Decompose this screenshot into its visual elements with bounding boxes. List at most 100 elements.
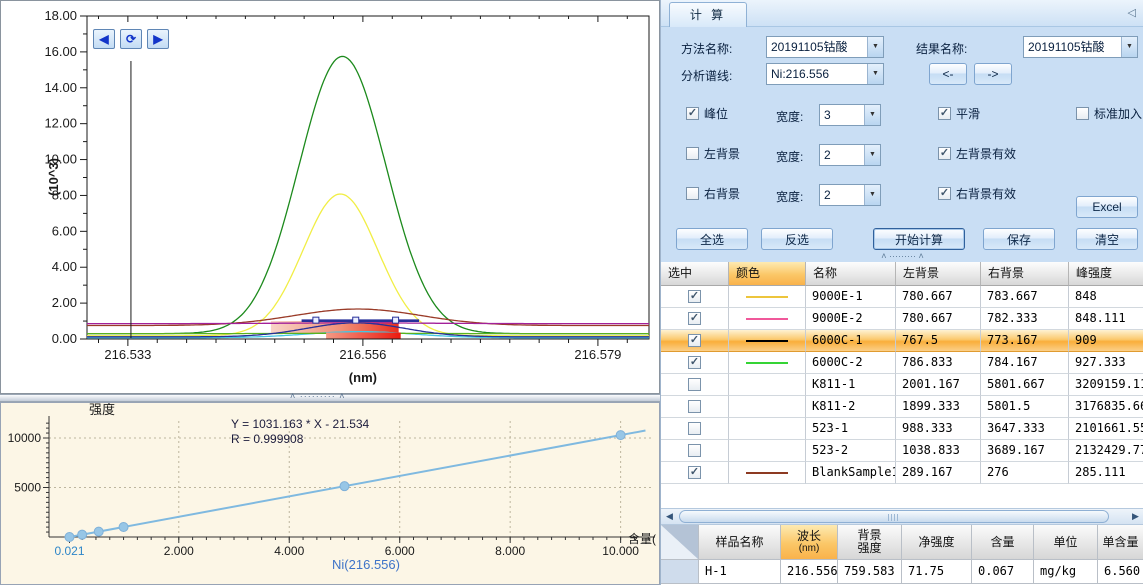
checkbox-icon[interactable] <box>1076 107 1089 120</box>
row-checkbox-icon[interactable]: ✓ <box>688 334 701 347</box>
checkbox-icon[interactable]: ✓ <box>686 107 699 120</box>
row-peak-intensity: 848 <box>1069 286 1143 308</box>
collapse-panel-icon[interactable]: ◁ <box>1128 6 1136 19</box>
method-name-label: 方法名称: <box>681 40 732 57</box>
table-row[interactable]: 523-1988.3333647.3332101661.555 <box>661 418 1143 440</box>
left-width-select[interactable]: 2 ▼ <box>819 144 881 166</box>
row-left-bg: 988.333 <box>896 418 981 440</box>
row-color-cell <box>729 308 806 330</box>
scroll-right-icon[interactable]: ▶ <box>1127 509 1143 524</box>
row-name: 523-2 <box>806 440 896 462</box>
table-row[interactable]: ✓BlankSample1289.167276285.111 <box>661 462 1143 484</box>
row-checkbox-icon[interactable]: ✓ <box>688 356 701 369</box>
peak-position-checkbox[interactable]: ✓ 峰位 <box>686 105 728 122</box>
col-left-bg[interactable]: 左背景 <box>896 262 981 286</box>
select-all-corner-cell[interactable] <box>661 525 699 560</box>
row-header-cell[interactable] <box>661 560 699 584</box>
row-name: 6000C-1 <box>806 330 896 352</box>
row-right-bg: 3647.333 <box>981 418 1069 440</box>
analysis-line-select[interactable]: Ni:216.556 ▼ <box>766 63 884 85</box>
horizontal-splitter[interactable]: ˄ ········· ˄ <box>0 394 660 402</box>
right-background-checkbox[interactable]: 右背景 <box>686 185 740 202</box>
row-checkbox-icon[interactable] <box>688 400 701 413</box>
splitter-grip-icon: ˄ ········· ˄ <box>290 393 346 400</box>
fit-r-value: R = 0.999908 <box>231 432 304 446</box>
next-line-button[interactable]: -> <box>974 63 1012 85</box>
result-name-select[interactable]: 20191105钴酸 ▼ <box>1023 36 1138 58</box>
table-row[interactable]: ✓9000E-1780.667783.667848 <box>661 286 1143 308</box>
chart-refresh-button[interactable]: ⟳ <box>120 29 142 49</box>
right-width-select[interactable]: 2 ▼ <box>819 184 881 206</box>
col-net-intensity[interactable]: 净强度 <box>902 525 972 560</box>
checkbox-icon[interactable]: ✓ <box>938 187 951 200</box>
row-checkbox-icon[interactable]: ✓ <box>688 312 701 325</box>
checkbox-icon[interactable]: ✓ <box>938 147 951 160</box>
row-peak-intensity: 3209159.111 <box>1069 374 1143 396</box>
row-checkbox-icon[interactable]: ✓ <box>688 290 701 303</box>
tab-calculate[interactable]: 计 算 <box>669 2 747 27</box>
col-unit-content[interactable]: 单含量 <box>1098 525 1143 560</box>
previous-line-button[interactable]: <- <box>929 63 967 85</box>
chevron-down-icon[interactable]: ▼ <box>867 64 883 84</box>
row-checkbox-icon[interactable] <box>688 422 701 435</box>
chart-scroll-left-button[interactable]: ◀ <box>93 29 115 49</box>
table-row[interactable]: ✓9000E-2780.667782.333848.111 <box>661 308 1143 330</box>
table-row[interactable]: 523-21038.8333689.1672132429.778 <box>661 440 1143 462</box>
excel-export-button[interactable]: Excel <box>1076 196 1138 218</box>
col-background-intensity[interactable]: 背景强度 <box>838 525 902 560</box>
chevron-down-icon[interactable]: ▼ <box>864 185 880 205</box>
peak-marker-icon <box>393 317 399 323</box>
col-peak-intensity[interactable]: 峰强度 <box>1069 262 1143 286</box>
chevron-down-icon[interactable]: ▼ <box>1121 37 1137 57</box>
checkbox-icon[interactable] <box>686 187 699 200</box>
save-button[interactable]: 保存 <box>983 228 1055 250</box>
tab-strip: 计 算 ◁ <box>661 0 1143 27</box>
calibration-point <box>340 482 349 491</box>
right-background-valid-checkbox[interactable]: ✓ 右背景有效 <box>938 185 1016 202</box>
col-content[interactable]: 含量 <box>972 525 1034 560</box>
col-wavelength[interactable]: 波长(nm) <box>781 525 838 560</box>
chevron-down-icon[interactable]: ▼ <box>864 145 880 165</box>
standard-addition-checkbox[interactable]: 标准加入 <box>1076 105 1142 122</box>
start-calculation-button[interactable]: 开始计算 <box>873 228 965 250</box>
scrollbar-thumb[interactable] <box>679 510 1109 523</box>
table-row[interactable]: ✓6000C-1767.5773.167909 <box>661 330 1143 352</box>
horizontal-scrollbar[interactable]: ◀ ▶ <box>661 508 1143 525</box>
col-unit[interactable]: 单位 <box>1034 525 1098 560</box>
row-right-bg: 276 <box>981 462 1069 484</box>
invert-selection-button[interactable]: 反选 <box>761 228 833 250</box>
peak-width-select[interactable]: 3 ▼ <box>819 104 881 126</box>
chevron-down-icon[interactable]: ▼ <box>864 105 880 125</box>
col-color[interactable]: 颜色 <box>729 262 806 286</box>
col-right-bg[interactable]: 右背景 <box>981 262 1069 286</box>
row-peak-intensity: 2101661.555 <box>1069 418 1143 440</box>
method-name-select[interactable]: 20191105钴酸 ▼ <box>766 36 884 58</box>
select-all-button[interactable]: 全选 <box>676 228 748 250</box>
row-checkbox-icon[interactable] <box>688 378 701 391</box>
y-tick-label: 18.00 <box>44 8 77 23</box>
row-select-cell <box>661 418 729 440</box>
left-background-checkbox[interactable]: 左背景 <box>686 145 740 162</box>
row-select-cell: ✓ <box>661 462 729 484</box>
table-row[interactable]: K811-12001.1675801.6673209159.111 <box>661 374 1143 396</box>
smooth-checkbox[interactable]: ✓ 平滑 <box>938 105 980 122</box>
table-row[interactable]: K811-21899.3335801.53176835.667 <box>661 396 1143 418</box>
checkbox-icon[interactable]: ✓ <box>938 107 951 120</box>
table-row[interactable]: ✓6000C-2786.833784.167927.333 <box>661 352 1143 374</box>
chevron-down-icon[interactable]: ▼ <box>867 37 883 57</box>
col-selected[interactable]: 选中 <box>661 262 729 286</box>
calibration-point <box>94 527 103 536</box>
sample-row[interactable]: H-1216.556759.58371.750.067mg/kg6.560 <box>661 560 1143 584</box>
col-name[interactable]: 名称 <box>806 262 896 286</box>
checkbox-icon[interactable] <box>686 147 699 160</box>
color-swatch-icon <box>746 340 788 342</box>
row-left-bg: 767.5 <box>896 330 981 352</box>
scroll-left-icon[interactable]: ◀ <box>661 509 678 524</box>
panel-splitter[interactable]: ˄ ········· ˄ <box>661 252 1143 262</box>
left-background-valid-checkbox[interactable]: ✓ 左背景有效 <box>938 145 1016 162</box>
row-checkbox-icon[interactable]: ✓ <box>688 466 701 479</box>
chart-scroll-right-button[interactable]: ▶ <box>147 29 169 49</box>
col-sample-name[interactable]: 样品名称 <box>699 525 781 560</box>
clear-button[interactable]: 清空 <box>1076 228 1138 250</box>
row-checkbox-icon[interactable] <box>688 444 701 457</box>
